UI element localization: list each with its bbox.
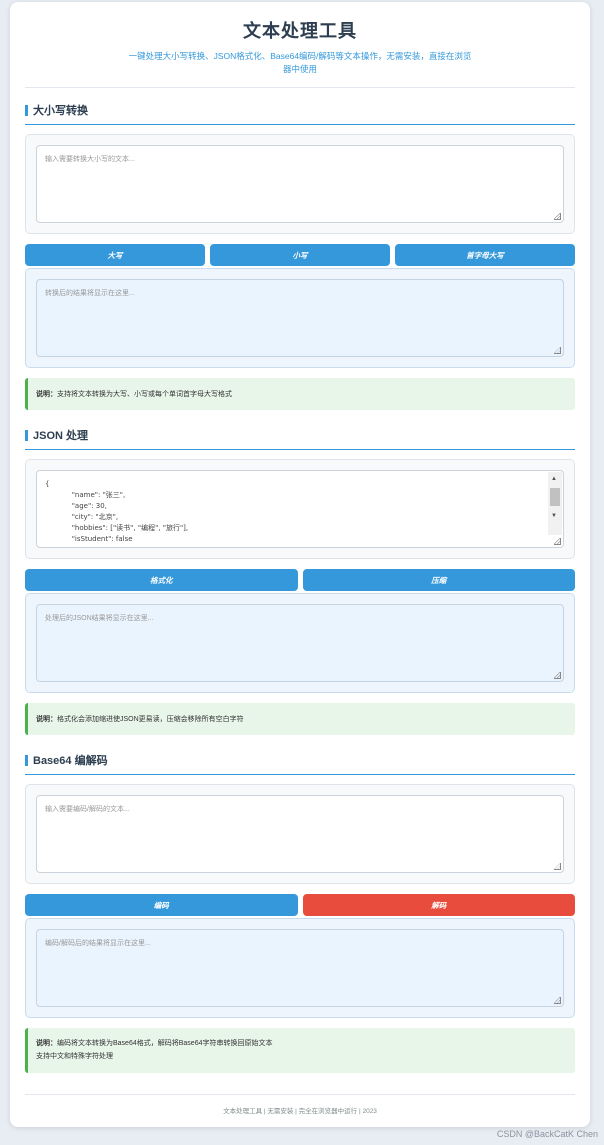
base64-result-placeholder: 编码/解码后的结果将显示在这里... [45,940,151,947]
resize-handle-icon[interactable] [554,538,561,545]
uppercase-button[interactable]: 大写 [25,244,205,266]
case-button-row: 大写 小写 首字母大写 [25,244,575,266]
capitalize-button[interactable]: 首字母大写 [395,244,575,266]
case-result-placeholder: 转换后的结果将显示在这里... [45,290,135,297]
case-input-textarea[interactable]: 输入需要转换大小写的文本... [36,145,564,223]
base64-input-textarea[interactable]: 输入需要编码/解码的文本... [36,795,564,873]
case-input-placeholder: 输入需要转换大小写的文本... [45,156,135,163]
case-note: 说明：支持将文本转换为大写、小写或每个单词首字母大写格式 [25,378,575,410]
json-note-label: 说明： [36,716,57,723]
case-note-text: 支持将文本转换为大写、小写或每个单词首字母大写格式 [57,391,232,398]
case-result-textarea[interactable]: 转换后的结果将显示在这里... [36,279,564,357]
json-input-box: { "name": "张三", "age": 30, "city": "北京",… [25,459,575,559]
base64-note-label: 说明： [36,1040,57,1047]
base64-note-text-2: 支持中文和特殊字符处理 [36,1053,113,1060]
case-result-box: 转换后的结果将显示在这里... [25,268,575,368]
json-section-title: JSON 处理 [25,428,575,450]
json-button-row: 格式化 压缩 [25,569,575,591]
base64-button-row: 编码 解码 [25,894,575,916]
json-input-textarea[interactable]: { "name": "张三", "age": 30, "city": "北京",… [36,470,564,548]
resize-handle-icon[interactable] [554,997,561,1004]
lowercase-button[interactable]: 小写 [210,244,390,266]
app-card: 文本处理工具 一键处理大小写转换、JSON格式化、Base64编码/解码等文本操… [10,2,590,1127]
page-title: 文本处理工具 [243,21,357,41]
resize-handle-icon[interactable] [554,863,561,870]
resize-handle-icon[interactable] [554,347,561,354]
json-note: 说明：格式化会添加缩进使JSON更易读，压缩会移除所有空白字符 [25,703,575,735]
resize-handle-icon[interactable] [554,213,561,220]
base64-result-textarea[interactable]: 编码/解码后的结果将显示在这里... [36,929,564,1007]
watermark: CSDN @BackCatK Chen [496,1129,598,1139]
json-note-text: 格式化会添加缩进使JSON更易读，压缩会移除所有空白字符 [57,716,244,723]
resize-handle-icon[interactable] [554,672,561,679]
json-scrollbar[interactable]: ▲ ▼ [548,472,562,535]
decode-button[interactable]: 解码 [302,894,575,916]
json-result-textarea[interactable]: 处理后的JSON结果将显示在这里... [36,604,564,682]
encode-button[interactable]: 编码 [25,894,298,916]
base64-note-text-1: 编码将文本转换为Base64格式，解码将Base64字符串转换回原始文本 [57,1040,273,1047]
base64-section-title: Base64 编解码 [25,753,575,775]
base64-note: 说明：编码将文本转换为Base64格式，解码将Base64字符串转换回原始文本 … [25,1028,575,1073]
case-input-box: 输入需要转换大小写的文本... [25,134,575,234]
base64-result-box: 编码/解码后的结果将显示在这里... [25,918,575,1018]
page-subtitle: 一键处理大小写转换、JSON格式化、Base64编码/解码等文本操作，无需安装，… [128,51,472,74]
compress-json-button[interactable]: 压缩 [302,569,575,591]
scroll-up-icon[interactable]: ▲ [551,475,557,483]
scrollbar-thumb[interactable] [550,488,560,506]
page-footer: 文本处理工具 | 无需安装 | 完全在浏览器中运行 | 2023 [25,1094,575,1115]
page-header: 文本处理工具 一键处理大小写转换、JSON格式化、Base64编码/解码等文本操… [25,2,575,88]
case-note-label: 说明： [36,391,57,398]
json-input-value: { "name": "张三", "age": 30, "city": "北京",… [45,480,189,543]
base64-input-box: 输入需要编码/解码的文本... [25,784,575,884]
format-json-button[interactable]: 格式化 [25,569,298,591]
json-result-box: 处理后的JSON结果将显示在这里... [25,593,575,693]
json-result-placeholder: 处理后的JSON结果将显示在这里... [45,615,154,622]
case-section-title: 大小写转换 [25,103,575,125]
base64-input-placeholder: 输入需要编码/解码的文本... [45,806,130,813]
scroll-down-icon[interactable]: ▼ [551,512,557,520]
